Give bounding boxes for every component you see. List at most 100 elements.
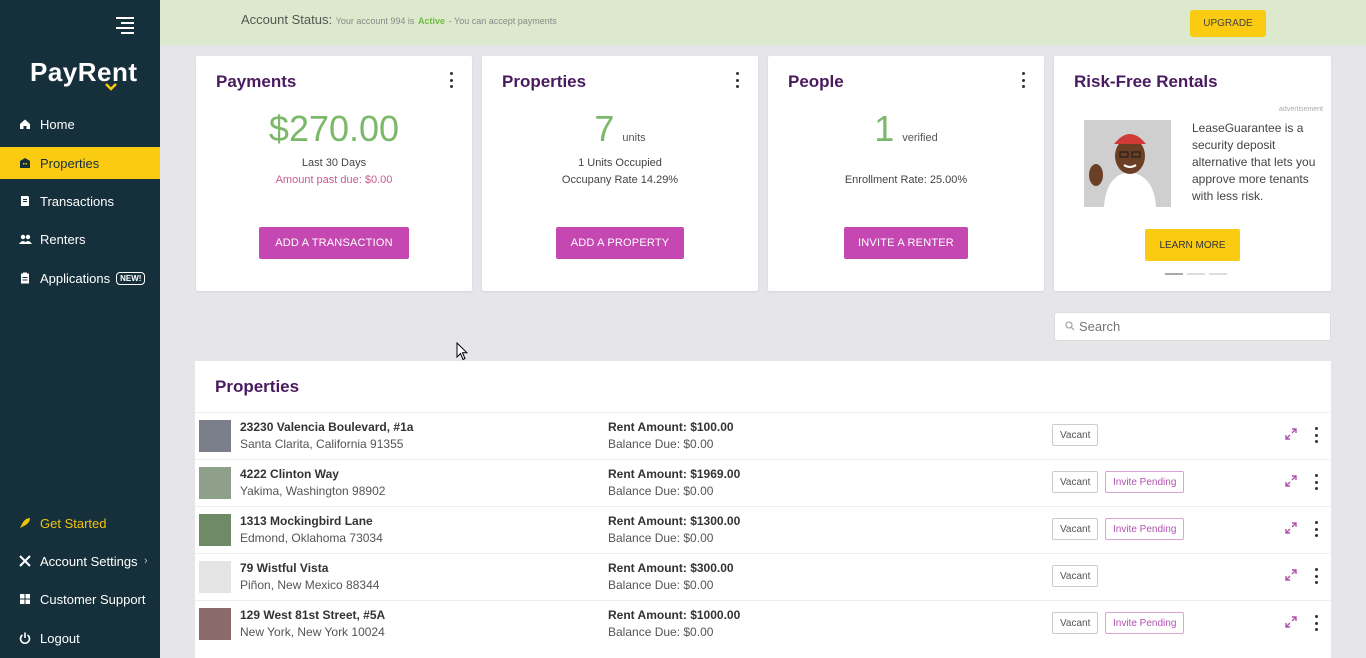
table-title: Properties: [215, 377, 300, 396]
account-status-banner: Account Status: Your account 994 is Acti…: [160, 0, 1366, 45]
sidebar-item-customer-support[interactable]: Customer Support: [0, 583, 160, 615]
add-transaction-button[interactable]: ADD A TRANSACTION: [259, 227, 409, 259]
receipt-icon: [18, 194, 32, 208]
vacant-tag: Vacant: [1052, 612, 1099, 634]
card-title: Payments: [216, 72, 297, 91]
units-occupied: 1 Units Occupied: [578, 157, 662, 169]
balance-due: Balance Due: $0.00: [608, 578, 714, 592]
vacant-tag: Vacant: [1052, 424, 1099, 446]
rent-amount: Rent Amount: $1300.00: [608, 514, 741, 528]
property-address[interactable]: 4222 Clinton Way: [240, 467, 339, 481]
sidebar-item-renters[interactable]: Renters: [0, 223, 160, 255]
sidebar-item-label: Account Settings: [40, 553, 138, 569]
balance-due: Balance Due: $0.00: [608, 531, 714, 545]
card-title: Risk-Free Rentals: [1074, 72, 1218, 91]
search-input[interactable]: [1079, 319, 1309, 334]
property-thumbnail: [199, 420, 231, 452]
search-box[interactable]: [1054, 312, 1331, 341]
expand-icon[interactable]: [1285, 569, 1297, 581]
sidebar-item-get-started[interactable]: Get Started: [0, 507, 160, 539]
account-status: Account Status: Your account 994 is Acti…: [241, 12, 557, 27]
invite-pending-tag: Invite Pending: [1105, 612, 1185, 634]
add-property-button[interactable]: ADD A PROPERTY: [556, 227, 684, 259]
people-card: People 1 verified Enrollment Rate: 25.00%…: [768, 56, 1044, 291]
payments-amount: $270.00: [268, 108, 400, 149]
account-status-suffix: - You can accept payments: [448, 16, 557, 26]
balance-due: Balance Due: $0.00: [608, 484, 714, 498]
property-city: New York, New York 10024: [240, 625, 385, 639]
sidebar-item-properties[interactable]: Properties: [0, 147, 160, 179]
properties-table: Properties 23230 Valencia Boulevard, #1a…: [195, 361, 1331, 658]
sidebar-item-logout[interactable]: Logout: [0, 622, 160, 654]
property-address[interactable]: 129 West 81st Street, #5A: [240, 608, 385, 622]
table-row[interactable]: 23230 Valencia Boulevard, #1a Santa Clar…: [195, 412, 1331, 459]
property-address[interactable]: 79 Wistful Vista: [240, 561, 328, 575]
learn-more-button[interactable]: LEARN MORE: [1145, 229, 1240, 261]
expand-icon[interactable]: [1285, 475, 1297, 487]
property-thumbnail: [199, 561, 231, 593]
risk-free-rentals-card: Risk-Free Rentals advertisement LeaseGua…: [1054, 56, 1331, 291]
more-options-icon[interactable]: [450, 72, 454, 88]
row-options-icon[interactable]: [1315, 474, 1319, 490]
sidebar-item-label: Home: [40, 116, 75, 132]
upgrade-button[interactable]: UPGRADE: [1190, 10, 1266, 37]
expand-icon[interactable]: [1285, 522, 1297, 534]
invite-renter-button[interactable]: INVITE A RENTER: [844, 227, 968, 259]
row-options-icon[interactable]: [1315, 615, 1319, 631]
row-options-icon[interactable]: [1315, 427, 1319, 443]
vacant-tag: Vacant: [1052, 471, 1099, 493]
ad-description: LeaseGuarantee is a security deposit alt…: [1192, 121, 1316, 203]
power-icon: [18, 631, 32, 645]
payrent-logo[interactable]: PayRent: [30, 57, 138, 91]
tools-icon: [18, 554, 32, 568]
table-row[interactable]: 4222 Clinton Way Yakima, Washington 9890…: [195, 459, 1331, 506]
invite-pending-tag: Invite Pending: [1105, 471, 1185, 493]
sidebar: PayRent Home Properties Transactions Ren…: [0, 0, 160, 658]
sidebar-item-label: Renters: [40, 231, 86, 247]
expand-icon[interactable]: [1285, 428, 1297, 440]
users-icon: [18, 232, 32, 246]
sidebar-item-transactions[interactable]: Transactions: [0, 185, 160, 217]
property-thumbnail: [199, 514, 231, 546]
search-icon: [1065, 318, 1075, 336]
chevron-right-icon: ›: [144, 555, 148, 567]
table-row[interactable]: 1313 Mockingbird Lane Edmond, Oklahoma 7…: [195, 506, 1331, 553]
invite-pending-tag: Invite Pending: [1105, 518, 1185, 540]
sidebar-item-applications[interactable]: Applications NEW!: [0, 262, 160, 294]
advertisement-label: advertisement: [1279, 106, 1323, 113]
rent-amount: Rent Amount: $1969.00: [608, 467, 741, 481]
property-thumbnail: [199, 467, 231, 499]
sidebar-item-label: Customer Support: [40, 591, 146, 607]
sidebar-item-label: Properties: [40, 155, 100, 171]
people-count-wrap: 1 verified: [768, 108, 1044, 150]
ad-photo: [1084, 120, 1171, 207]
property-city: Yakima, Washington 98902: [240, 484, 386, 498]
property-city: Piñon, New Mexico 88344: [240, 578, 380, 592]
properties-count-wrap: 7 units: [482, 108, 758, 150]
payments-card: Payments $270.00 Last 30 Days Amount pas…: [196, 56, 472, 291]
carousel-indicators[interactable]: [1165, 273, 1227, 275]
menu-collapse-icon[interactable]: [116, 17, 134, 34]
property-address[interactable]: 1313 Mockingbird Lane: [240, 514, 373, 528]
more-options-icon[interactable]: [736, 72, 740, 88]
table-row[interactable]: 129 West 81st Street, #5A New York, New …: [195, 600, 1331, 647]
sidebar-item-label: Applications: [40, 270, 111, 286]
sidebar-item-account-settings[interactable]: Account Settings ›: [0, 545, 160, 577]
payments-period: Last 30 Days: [301, 157, 367, 169]
sidebar-item-home[interactable]: Home: [0, 108, 160, 140]
expand-icon[interactable]: [1285, 616, 1297, 628]
vacant-tag: Vacant: [1052, 565, 1099, 587]
property-city: Santa Clarita, California 91355: [240, 437, 404, 451]
clipboard-icon: [18, 271, 32, 285]
property-address[interactable]: 23230 Valencia Boulevard, #1a: [240, 420, 413, 434]
row-options-icon[interactable]: [1315, 521, 1319, 537]
people-unit: verified: [902, 132, 938, 144]
row-options-icon[interactable]: [1315, 568, 1319, 584]
payments-amount-wrap: $270.00: [196, 108, 472, 150]
sidebar-item-label: Logout: [40, 630, 80, 646]
rent-amount: Rent Amount: $100.00: [608, 420, 734, 434]
table-row[interactable]: 79 Wistful Vista Piñon, New Mexico 88344…: [195, 553, 1331, 600]
properties-card: Properties 7 units 1 Units Occupied Occup…: [482, 56, 758, 291]
support-icon: [18, 592, 32, 606]
more-options-icon[interactable]: [1022, 72, 1026, 88]
